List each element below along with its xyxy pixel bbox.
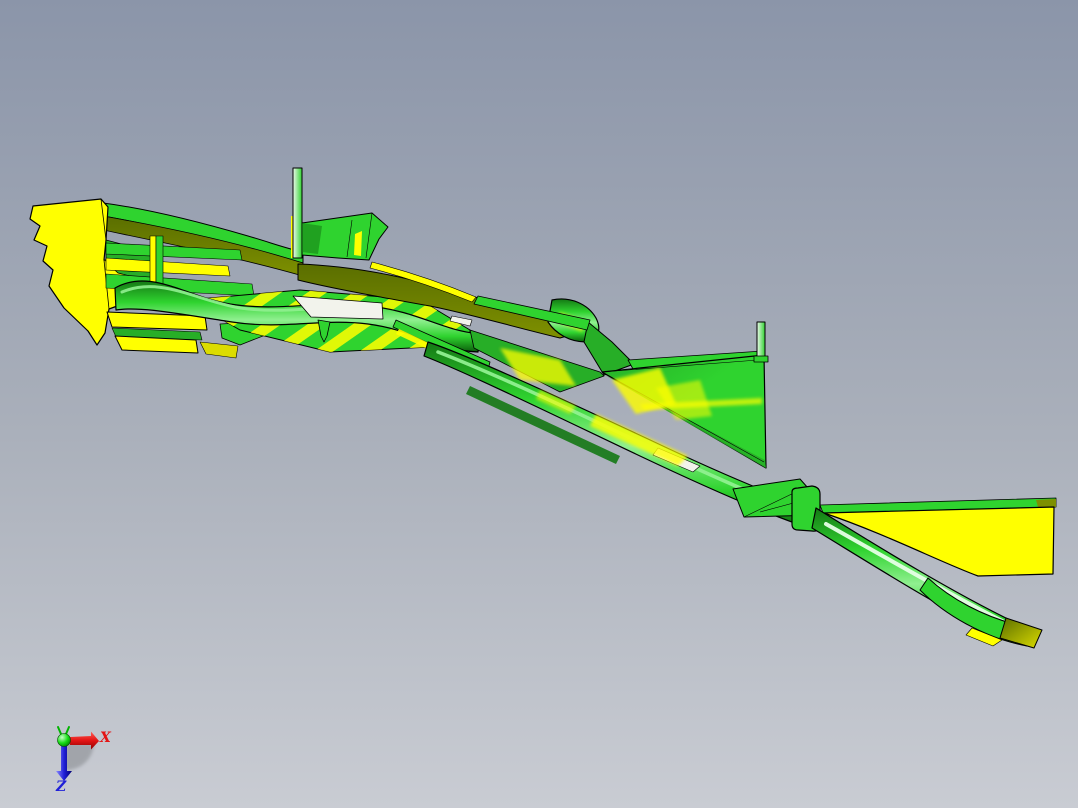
model-lower-tab-yellow — [199, 341, 239, 359]
render-canvas[interactable]: X Z — [0, 0, 1078, 808]
part-model[interactable] — [29, 167, 1057, 649]
triad-shadow — [64, 742, 94, 771]
model-gusset-post-foot — [753, 355, 769, 363]
y-axis-stub — [57, 726, 70, 735]
model-post-pair-yellow — [149, 235, 157, 287]
x-axis-label: X — [99, 730, 112, 746]
model-beam-tip — [999, 617, 1043, 649]
model-post-pair-green — [155, 235, 164, 287]
model-panel-yellow-sliver — [354, 231, 362, 256]
model-vertical-post — [292, 167, 303, 259]
model-gusset-post — [756, 321, 766, 359]
model-step-quad — [583, 321, 635, 376]
viewport-3d[interactable]: X Z — [0, 0, 1078, 808]
model-right-strip-olive — [1036, 499, 1056, 507]
axis-triad[interactable]: X Z — [55, 726, 112, 795]
z-axis-label: Z — [55, 779, 67, 795]
origin-sphere — [57, 733, 71, 747]
